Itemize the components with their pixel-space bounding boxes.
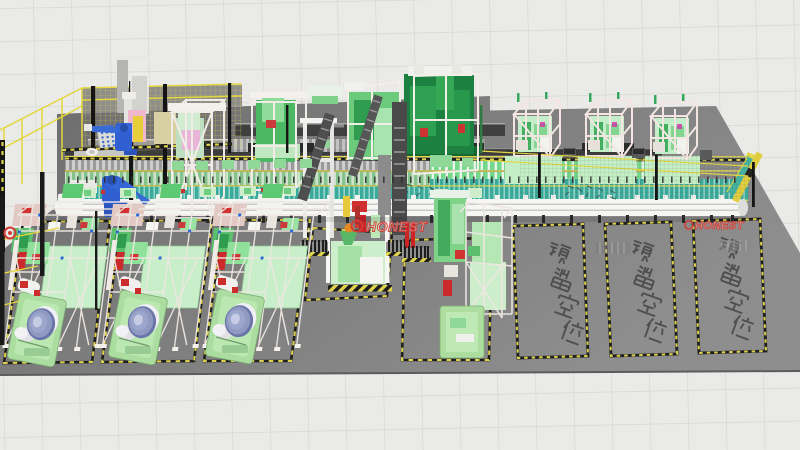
svg-text:HONEST: HONEST <box>695 220 745 232</box>
svg-text:HONEST: HONEST <box>366 219 428 235</box>
